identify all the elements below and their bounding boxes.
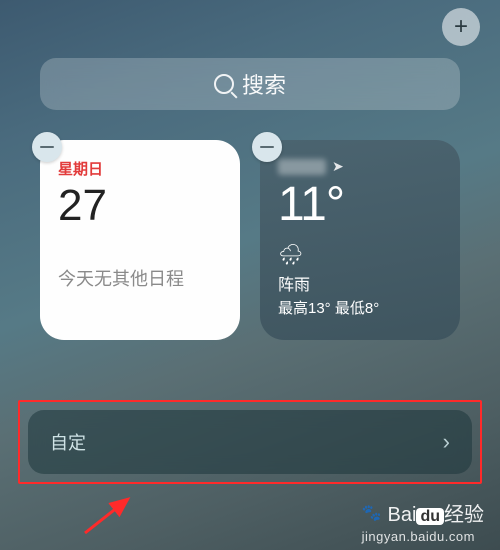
watermark-brand-post: 经验: [444, 504, 484, 526]
weather-widget[interactable]: ➤ 11° 🌧 阵雨 最高13° 最低8°: [260, 140, 460, 340]
rain-icon: 🌧: [278, 242, 442, 267]
minus-icon: [40, 146, 54, 149]
search-icon: [214, 74, 234, 94]
add-widget-button[interactable]: +: [442, 8, 480, 46]
annotation-highlight-box: 自定 ›: [18, 400, 482, 484]
calendar-date: 27: [58, 181, 222, 231]
chevron-right-icon: ›: [443, 429, 450, 455]
calendar-weekday: 星期日: [58, 158, 222, 179]
weather-high-low: 最高13° 最低8°: [278, 297, 442, 318]
annotation-arrow-icon: [80, 495, 140, 535]
weather-temperature: 11°: [278, 177, 442, 232]
customize-label: 自定: [50, 429, 86, 455]
widget-row: 星期日 27 今天无其他日程 ➤ 11° 🌧 阵雨 最高13° 最低8°: [40, 140, 460, 340]
location-name-blurred: [278, 159, 326, 175]
minus-icon: [260, 146, 274, 149]
paw-icon: 🐾: [362, 503, 382, 523]
calendar-widget[interactable]: 星期日 27 今天无其他日程: [40, 140, 240, 340]
watermark: 🐾 Baidu经验 jingyan.baidu.com: [362, 498, 484, 544]
weather-location: ➤: [278, 158, 442, 175]
watermark-brand-box: du: [416, 508, 444, 525]
remove-widget-button[interactable]: [252, 132, 282, 162]
search-input[interactable]: 搜索: [40, 58, 460, 110]
location-arrow-icon: ➤: [332, 158, 344, 175]
plus-icon: +: [454, 13, 468, 41]
remove-widget-button[interactable]: [32, 132, 62, 162]
customize-button[interactable]: 自定 ›: [28, 410, 472, 474]
search-placeholder: 搜索: [242, 68, 286, 100]
watermark-url: jingyan.baidu.com: [362, 529, 484, 544]
calendar-note: 今天无其他日程: [58, 265, 222, 291]
weather-condition: 阵雨: [278, 271, 442, 295]
watermark-brand-pre: Bai: [388, 504, 417, 526]
